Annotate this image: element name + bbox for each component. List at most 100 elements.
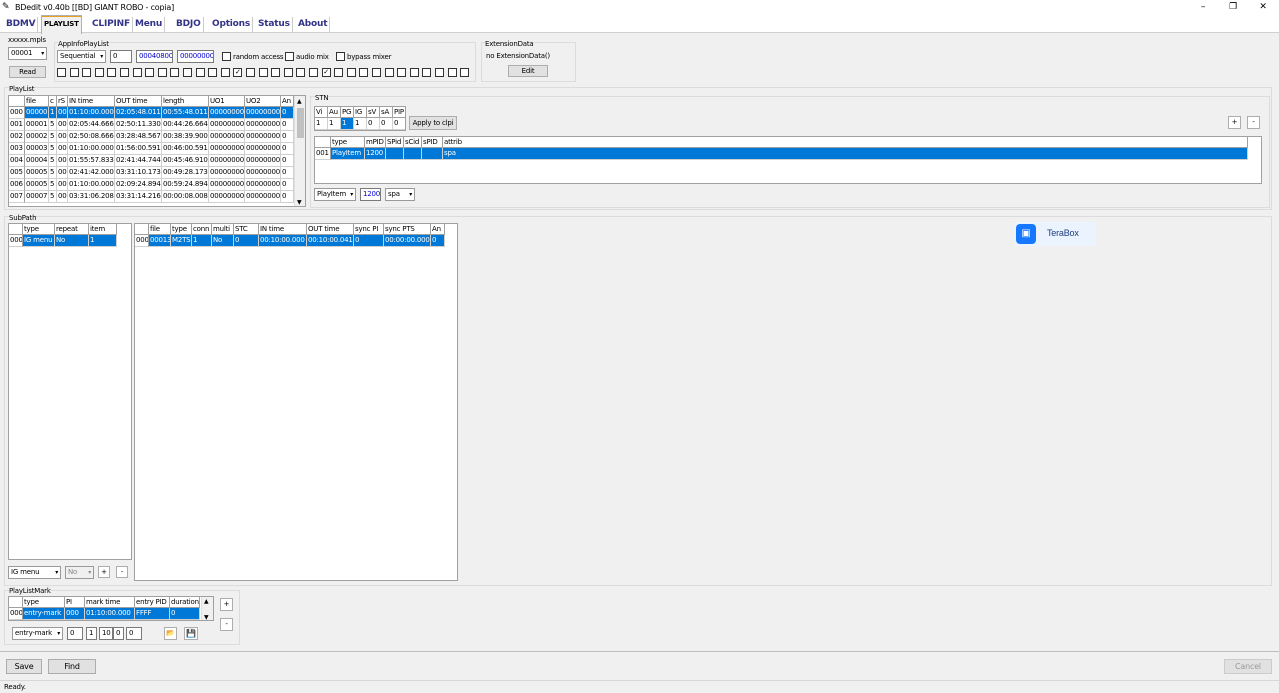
table-cell[interactable]: 02:50:08.666 — [68, 131, 115, 143]
table-cell[interactable]: 01:55:57.833 — [68, 155, 115, 167]
uo-mask-checkbox[interactable] — [258, 68, 268, 77]
table-cell[interactable]: 00000000 — [209, 107, 245, 119]
uo-mask-checkbox[interactable] — [145, 68, 155, 77]
table-cell[interactable]: 01:10:00.000 — [68, 143, 115, 155]
uo-mask-checkbox[interactable] — [372, 68, 381, 77]
column-header[interactable]: sync PI — [354, 224, 384, 235]
table-cell[interactable]: 02:41:44.744 — [115, 155, 162, 167]
table-cell[interactable]: 5 — [49, 167, 57, 179]
scroll-up-icon[interactable]: ▲ — [297, 98, 302, 105]
stream-type-header[interactable]: sV — [367, 107, 380, 118]
subpath-type-select[interactable]: IG menu ▾ — [8, 566, 61, 579]
uo-mask-checkbox[interactable] — [296, 68, 306, 77]
table-cell[interactable]: 00 — [57, 155, 68, 167]
save-disk-icon[interactable]: 💾 — [184, 627, 198, 640]
uo-mask-checkbox[interactable] — [94, 68, 104, 77]
stream-count[interactable]: 0 — [393, 118, 405, 130]
uo-mask-field-2[interactable]: 00000000 — [177, 50, 214, 63]
save-button[interactable]: Save — [6, 659, 42, 674]
scroll-down-icon[interactable]: ▼ — [297, 199, 302, 206]
table-cell[interactable]: 02:41:42.000 — [68, 167, 115, 179]
table-cell[interactable]: 1 — [89, 235, 117, 247]
table-cell[interactable]: 00000000 — [209, 155, 245, 167]
uo-mask-checkbox[interactable] — [132, 68, 142, 77]
mark-field-4[interactable]: 0 — [113, 627, 124, 640]
table-cell[interactable]: IG menu — [23, 235, 55, 247]
uo-mask-checkbox[interactable] — [157, 68, 167, 77]
uo-mask-field-1[interactable]: 00040800 — [136, 50, 173, 63]
table-cell[interactable]: 00000000 — [209, 119, 245, 131]
table-cell[interactable]: 0 — [281, 155, 294, 167]
row-header[interactable]: 001 — [315, 148, 331, 160]
table-cell[interactable]: 1200 — [365, 148, 386, 160]
column-header[interactable]: file — [149, 224, 171, 235]
table-cell[interactable]: 00004 — [25, 155, 49, 167]
uo-mask-checkbox[interactable] — [170, 68, 180, 77]
table-cell[interactable]: 02:05:48.011 — [115, 107, 162, 119]
table-cell[interactable]: 00 — [57, 131, 68, 143]
row-header[interactable]: 003 — [9, 143, 25, 155]
table-cell[interactable]: 0 — [281, 143, 294, 155]
column-header[interactable]: IN time — [259, 224, 307, 235]
table-cell[interactable]: 00000000 — [245, 119, 281, 131]
column-header[interactable]: conn — [192, 224, 212, 235]
subpath-remove-button[interactable]: - — [116, 566, 128, 578]
table-cell[interactable]: 03:31:14.216 — [115, 191, 162, 203]
table-cell[interactable]: 5 — [49, 143, 57, 155]
table-cell[interactable]: 00 — [57, 167, 68, 179]
uo-mask-checkbox[interactable] — [334, 68, 344, 77]
column-header[interactable] — [9, 96, 25, 107]
table-cell[interactable]: 0 — [431, 235, 445, 247]
table-cell[interactable]: 03:31:10.173 — [115, 167, 162, 179]
table-cell[interactable]: entry-mark — [23, 608, 65, 620]
stream-count[interactable]: 0 — [367, 118, 380, 130]
column-header[interactable]: c — [49, 96, 57, 107]
table-cell[interactable]: 5 — [49, 119, 57, 131]
playback-count-field[interactable]: 0 — [110, 50, 132, 63]
table-cell[interactable]: 00:00:00.000 — [384, 235, 431, 247]
table-cell[interactable]: 0 — [234, 235, 259, 247]
mark-field-5[interactable]: 0 — [126, 627, 142, 640]
playback-mode-select[interactable]: Sequential ▾ — [57, 50, 106, 63]
table-cell[interactable]: 0 — [281, 107, 294, 119]
table-cell[interactable]: 00002 — [25, 131, 49, 143]
table-cell[interactable]: 01:10:00.000 — [85, 608, 135, 620]
uo-mask-checkbox[interactable] — [57, 68, 66, 77]
mark-field-3[interactable]: 10 — [99, 627, 113, 640]
subpath-repeat-select[interactable]: No ▾ — [65, 566, 94, 579]
table-cell[interactable]: 5 — [49, 131, 57, 143]
row-header[interactable]: 006 — [9, 179, 25, 191]
column-header[interactable]: mark time — [85, 597, 135, 608]
table-cell[interactable]: 00000000 — [209, 131, 245, 143]
stream-type-header[interactable]: sA — [380, 107, 393, 118]
column-header[interactable]: PI — [65, 597, 85, 608]
row-header[interactable]: 002 — [9, 131, 25, 143]
apply-to-clpi-button[interactable]: Apply to clpi — [409, 116, 457, 130]
column-header[interactable]: type — [171, 224, 192, 235]
table-cell[interactable]: spa — [443, 148, 1248, 160]
column-header[interactable] — [135, 224, 149, 235]
uo-mask-checkbox[interactable] — [82, 68, 92, 77]
stn-lang-select[interactable]: spa ▾ — [385, 188, 415, 201]
table-cell[interactable]: 00000000 — [209, 191, 245, 203]
table-cell[interactable]: 0 — [281, 119, 294, 131]
column-header[interactable]: file — [25, 96, 49, 107]
table-cell[interactable]: 01:10:00.000 — [68, 107, 115, 119]
table-cell[interactable]: No — [212, 235, 234, 247]
stn-add-button[interactable]: + — [1228, 116, 1241, 129]
table-cell[interactable]: 00000000 — [209, 167, 245, 179]
playlist-table[interactable]: file c rS IN time OUT time length UO1 UO2 An 000 0… — [8, 95, 306, 207]
table-cell[interactable]: FFFF — [135, 608, 170, 620]
table-cell[interactable]: 02:09:24.894 — [115, 179, 162, 191]
table-cell[interactable]: PlayItem — [331, 148, 365, 160]
table-cell[interactable]: 01:10:00.000 — [68, 179, 115, 191]
scroll-thumb[interactable] — [297, 108, 304, 138]
uo-mask-checkbox[interactable] — [309, 68, 318, 77]
playlist-scrollbar[interactable]: ▲ ▼ — [294, 96, 305, 206]
table-cell[interactable]: 00003 — [25, 143, 49, 155]
table-cell[interactable]: 00 — [57, 119, 68, 131]
mark-field-2[interactable]: 1 — [86, 627, 97, 640]
table-cell[interactable]: 00:49:28.173 — [162, 167, 209, 179]
subpath-add-button[interactable]: + — [98, 566, 110, 578]
uo-mask-checkbox[interactable] — [120, 68, 129, 77]
